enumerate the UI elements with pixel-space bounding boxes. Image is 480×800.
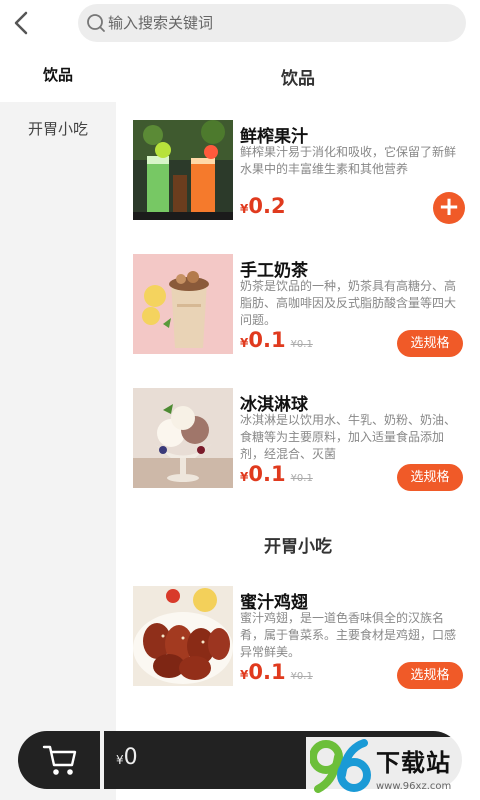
sidebar-item-snacks[interactable]: 开胃小吃 — [0, 102, 116, 156]
product-card[interactable]: 手工奶茶 奶茶是饮品的一种，奶茶具有高糖分、高脂肪、高咖啡因及反式脂肪酸含量等四… — [133, 254, 468, 357]
product-image-chicken-wings[interactable] — [133, 586, 233, 686]
select-spec-button[interactable]: 选规格 — [397, 330, 463, 357]
cart-total: ¥0 — [116, 745, 138, 770]
product-price: 0.2 — [248, 194, 286, 218]
watermark: 下载站 www.96xz.com — [306, 737, 480, 800]
watermark-logo — [310, 739, 371, 793]
top-bar — [0, 0, 480, 48]
section-title-drinks: 饮品 — [281, 69, 315, 89]
product-price: 0.1 — [248, 462, 286, 486]
select-spec-button[interactable]: 选规格 — [397, 662, 463, 689]
product-card[interactable]: 冰淇淋球 冰淇淋是以饮用水、牛乳、奶粉、奶油、食糖等为主要原料，加入适量食品添加… — [133, 388, 468, 491]
add-to-cart-button[interactable]: + — [433, 192, 465, 224]
original-price: ¥0.1 — [290, 671, 313, 682]
original-price: ¥0.1 — [290, 473, 313, 484]
category-sidebar: 饮品 开胃小吃 — [0, 48, 116, 800]
back-button[interactable] — [8, 8, 36, 38]
product-list[interactable]: 饮品 鲜榨果汁 鲜榨果汁易于消化和吸收，它保留了新鲜水果中的丰富维生素和其他营养… — [116, 48, 480, 800]
product-description: 奶茶是饮品的一种，奶茶具有高糖分、高脂肪、高咖啡因及反式脂肪酸含量等四大问题。 — [240, 279, 457, 327]
cart-button[interactable] — [18, 731, 100, 789]
price-row: ¥0.1 ¥0.1 — [240, 328, 313, 354]
price-row: ¥0.1 ¥0.1 — [240, 462, 313, 488]
product-description: 蜜汁鸡翅，是一道色香味俱全的汉族名肴，属于鲁菜系。主要食材是鸡翅，口感异常鲜美。 — [240, 611, 457, 659]
product-card[interactable]: 鲜榨果汁 鲜榨果汁易于消化和吸收，它保留了新鲜水果中的丰富维生素和其他营养 ¥0… — [133, 120, 468, 224]
price-row: ¥0.1 ¥0.1 — [240, 660, 313, 686]
search-input[interactable] — [108, 4, 448, 42]
product-image-juice[interactable] — [133, 120, 233, 220]
product-description: 鲜榨果汁易于消化和吸收，它保留了新鲜水果中的丰富维生素和其他营养 — [240, 145, 457, 176]
product-description: 冰淇淋是以饮用水、牛乳、奶粉、奶油、食糖等为主要原料，加入适量食品添加剂，经混合… — [240, 413, 457, 461]
cart-total-value: 0 — [123, 745, 138, 770]
product-price: 0.1 — [248, 328, 286, 352]
section-title-snacks: 开胃小吃 — [264, 537, 332, 557]
select-spec-button[interactable]: 选规格 — [397, 464, 463, 491]
cart-icon — [42, 745, 77, 775]
product-image-milk-tea[interactable] — [133, 254, 233, 354]
product-card[interactable]: 蜜汁鸡翅 蜜汁鸡翅，是一道色香味俱全的汉族名肴，属于鲁菜系。主要食材是鸡翅，口感… — [133, 586, 468, 689]
watermark-url: www.96xz.com — [376, 781, 452, 792]
watermark-text: 下载站 — [376, 749, 451, 777]
chevron-left-icon — [14, 11, 28, 35]
sidebar-item-drinks[interactable]: 饮品 — [0, 48, 116, 102]
search-bar[interactable] — [78, 4, 466, 42]
search-icon — [87, 14, 105, 32]
original-price: ¥0.1 — [290, 339, 313, 350]
price-row: ¥0.2 — [240, 194, 286, 220]
product-image-ice-cream[interactable] — [133, 388, 233, 488]
product-price: 0.1 — [248, 660, 286, 684]
cart-currency: ¥ — [116, 753, 124, 767]
